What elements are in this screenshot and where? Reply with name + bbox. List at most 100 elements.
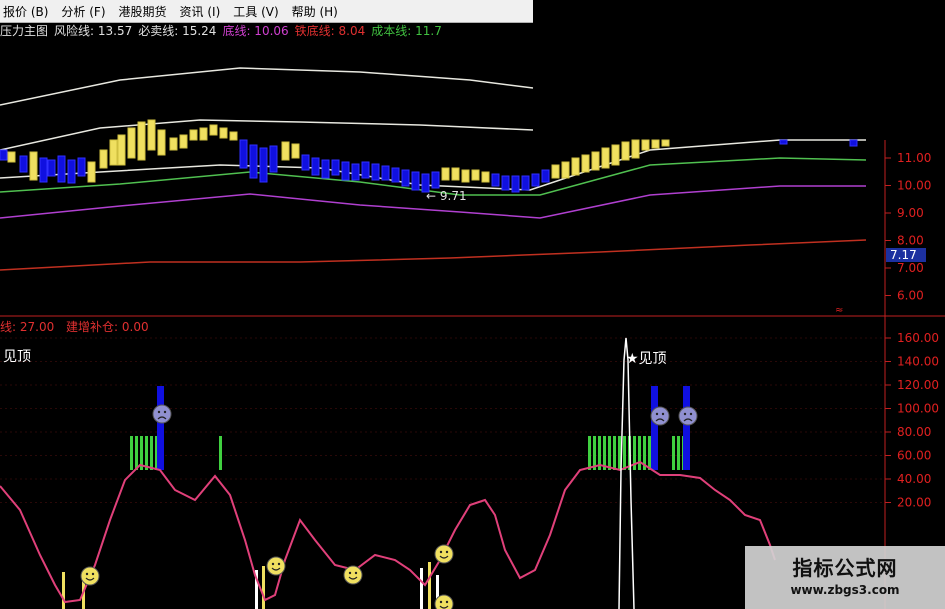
lower-tick-label: 120.00 [897,378,939,392]
price-bands [0,67,867,271]
oscillator-path [0,460,776,604]
candle [209,124,218,136]
top-signal-bar [613,436,616,470]
candle [99,149,108,169]
exit-signal-bar [651,386,658,470]
candle [621,141,630,161]
candle [641,139,650,151]
candle [281,141,290,161]
main-indicator-title: 压力主图 [0,24,49,38]
upper-axis-ticks: 11.00 10.00 9.00 8.00 7.00 6.00 [885,151,931,303]
signal-icons [80,404,698,609]
buy-smile-icon-eye [445,600,449,604]
candle [531,173,540,187]
candle [199,127,208,141]
top-signal-bar [672,436,675,470]
bottom-signal-bar [62,572,65,609]
candle [19,155,28,173]
top-signal-bar [623,436,626,470]
sell-frown-icon [152,404,172,424]
top-signal-bar [677,436,680,470]
buy-smile-icon [266,556,286,576]
buy-smile-icon-eye [439,600,443,604]
cost-line-label: 成本线: 11.7 [371,24,442,38]
buy-smile-icon-eye [439,550,443,554]
candle [169,137,178,151]
chart-canvas: 11.0010.009.008.007.006.00 160.00140.001… [0,67,945,609]
oscillator-line [0,460,776,604]
candle [431,171,440,189]
candle [551,164,560,179]
watermark-url: www.zbgs3.com [790,583,900,597]
menu-hk-futures[interactable]: 港股期货 [119,3,167,20]
iron-bottom-label: 铁底线: 8.04 [294,24,366,38]
candle [591,151,600,171]
buy-smile-icon-eye [91,572,95,576]
upper-tick-label: 11.00 [897,151,931,165]
candle [511,175,520,193]
buy-smile-icon-eye [277,562,281,566]
candle [341,161,350,181]
exit-signal-bar [683,386,690,470]
candle [109,139,118,166]
exit-signal-bar [157,386,164,470]
top-signal-right: ★见顶 [626,351,667,367]
top-spike-line [618,337,635,609]
upper-tick-label: 7.00 [897,261,924,275]
candle [501,175,510,191]
buy-smile-icon-eye [271,562,275,566]
candle [269,145,278,173]
sell-frown-icon [650,406,670,426]
candle [321,159,330,179]
bottom-signal-bar [428,562,431,609]
candle [39,157,48,183]
candle [391,167,400,183]
upper-tick-label: 6.00 [897,289,924,303]
menu-tools[interactable]: 工具 (V) [233,3,278,20]
candle [521,175,530,191]
candle [229,131,238,141]
candle [541,169,550,183]
current-price-label: 7.17 [890,248,917,262]
candle [291,143,300,159]
menu-help[interactable]: 帮助 (H) [292,3,338,20]
menu-news[interactable]: 资讯 (I) [180,3,221,20]
candle [239,139,248,169]
buy-smile-icon [434,594,454,609]
candle [0,149,8,161]
candle [29,151,38,181]
top-signal-bar [135,436,138,470]
bottom-line-label: 底线: 10.06 [222,24,289,38]
buy-smile-icon-eye [445,550,449,554]
lower-indicator-legend: 线: 27.00 建增补仓: 0.00 [0,318,157,335]
sell-frown-icon-eye [661,412,665,416]
menu-bar: 报价 (B) 分析 (F) 港股期货 资讯 (I) 工具 (V) 帮助 (H) [0,0,533,23]
indicator-legend: 压力主图 风险线: 13.57 必卖线: 15.24 底线: 10.06 铁底线… [0,22,448,38]
candle [651,139,660,149]
menu-quote[interactable]: 报价 (B) [3,3,48,20]
sell-frown-icon-eye [163,410,167,414]
lower-tick-label: 100.00 [897,402,939,416]
upper-tick-label: 8.00 [897,234,924,248]
low-price-annotation: ← 9.71 [426,189,467,203]
candle [451,167,460,181]
candle [219,127,228,139]
menu-analysis[interactable]: 分析 (F) [61,3,105,20]
sell-frown-icon-eye [655,412,659,416]
candle [259,147,268,183]
candle [779,139,788,145]
candle [157,129,166,156]
upper-tick-label: 10.00 [897,179,931,193]
candle [631,139,640,159]
candle [147,119,156,151]
candle [87,161,96,183]
buy-smile-icon [343,565,363,585]
candle [601,147,610,169]
bottom-signal-bar [420,568,423,609]
candle [661,139,670,147]
lower-tick-label: 20.00 [897,496,931,510]
candle [401,169,410,187]
top-signal-bar [145,436,148,470]
candle [179,134,188,149]
lower-tick-label: 80.00 [897,425,931,439]
